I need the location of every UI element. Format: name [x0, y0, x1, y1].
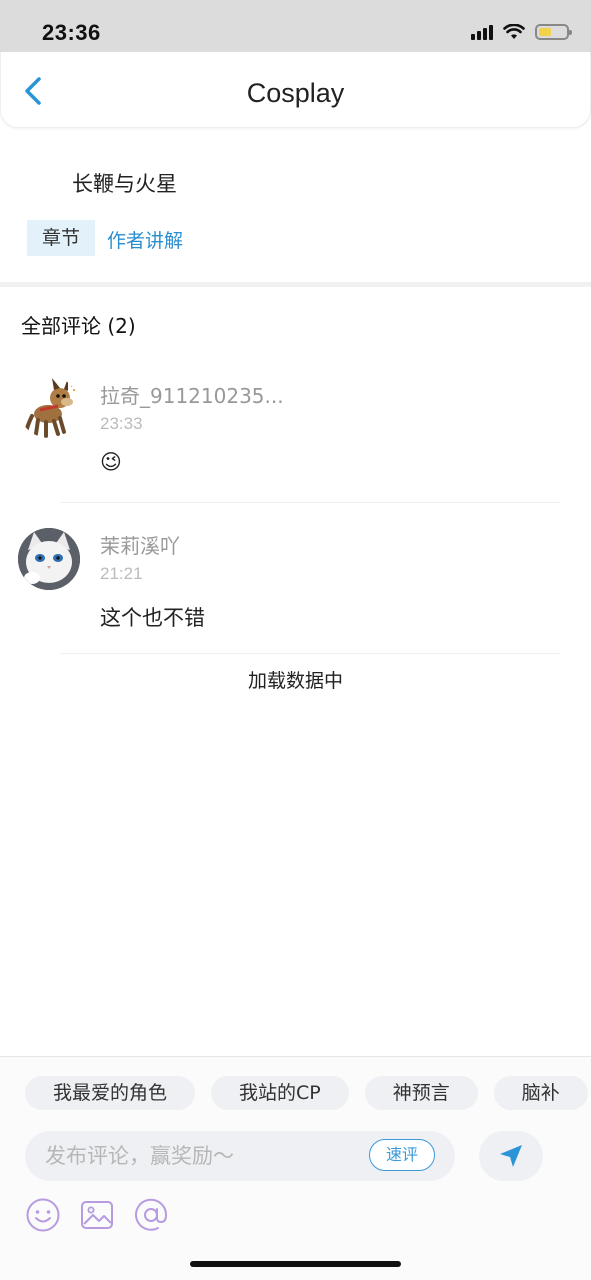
- cat-avatar[interactable]: [18, 528, 80, 590]
- loading-text: 加载数据中: [247, 670, 343, 692]
- article-title: 长鞭与火星: [72, 172, 177, 196]
- send-button[interactable]: [479, 1131, 543, 1181]
- smiley-icon: [26, 1198, 60, 1232]
- signal-icon: [471, 24, 493, 40]
- comments-header: 全部评论 (2): [21, 314, 136, 338]
- comment-author[interactable]: 拉奇_911210235...: [100, 380, 284, 409]
- section-divider: [0, 282, 591, 287]
- dog-avatar[interactable]: [18, 376, 80, 438]
- status-bar: 23:36: [0, 0, 591, 52]
- comment-body: 😉: [100, 450, 122, 474]
- send-icon: [500, 1145, 522, 1167]
- status-icons: [471, 24, 572, 40]
- home-indicator: [190, 1261, 401, 1267]
- quick-tag-chip[interactable]: 脑补: [493, 1076, 588, 1110]
- battery-icon: [535, 24, 572, 40]
- comment-body: 这个也不错: [100, 606, 205, 630]
- comment-divider: [60, 502, 560, 503]
- image-icon: [81, 1201, 113, 1229]
- at-icon: [135, 1198, 168, 1231]
- comment-item: 茉莉溪吖 21:21 这个也不错: [0, 522, 591, 656]
- comment-item: 拉奇_911210235... 23:33 😉: [0, 372, 591, 504]
- quick-tags: 我最爱的角色 我站的CP 神预言 脑补: [25, 1076, 588, 1110]
- page-title: Cosplay: [246, 78, 345, 108]
- comment-composer: 我最爱的角色 我站的CP 神预言 脑补 速评: [0, 1056, 591, 1280]
- quick-review-button[interactable]: 速评: [369, 1139, 435, 1171]
- comment-divider: [60, 653, 560, 654]
- image-button[interactable]: [79, 1197, 115, 1233]
- emoji-button[interactable]: [25, 1197, 61, 1233]
- comment-input-box: 速评: [25, 1131, 455, 1181]
- nav-bar: Cosplay: [0, 52, 591, 128]
- comment-author[interactable]: 茉莉溪吖: [100, 530, 180, 559]
- status-time: 23:36: [42, 20, 101, 45]
- wifi-icon: [503, 24, 525, 39]
- comment-time: 21:21: [100, 564, 143, 583]
- comment-time: 23:33: [100, 414, 143, 433]
- mention-button[interactable]: [133, 1197, 169, 1233]
- quick-tag-chip[interactable]: 我最爱的角色: [25, 1076, 196, 1110]
- comment-input[interactable]: [45, 1139, 365, 1173]
- quick-tag-chip[interactable]: 神预言: [364, 1076, 478, 1110]
- quick-tag-chip[interactable]: 我站的CP: [211, 1076, 349, 1110]
- composer-tools: [25, 1197, 169, 1233]
- chapter-tag[interactable]: 章节: [27, 220, 95, 256]
- author-explain-link[interactable]: 作者讲解: [107, 226, 183, 253]
